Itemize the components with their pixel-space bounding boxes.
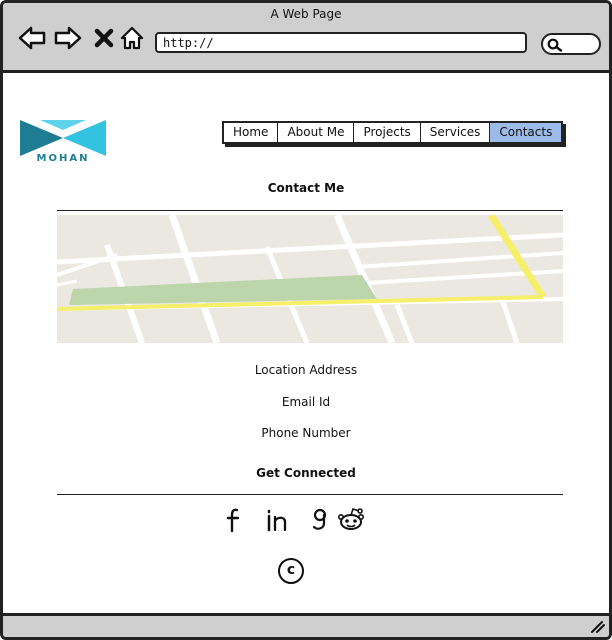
forward-arrow-icon[interactable]: [53, 23, 83, 53]
address-bar-input[interactable]: http://: [155, 32, 527, 53]
resize-grip-icon[interactable]: [589, 619, 605, 633]
reddit-icon[interactable]: [337, 506, 365, 534]
facebook-icon[interactable]: [220, 506, 248, 534]
nav-item-about-me[interactable]: About Me: [278, 123, 355, 142]
phone-number: Phone Number: [261, 426, 351, 440]
contact-heading: Contact Me: [267, 181, 345, 195]
status-bar: [3, 613, 609, 637]
get-connected-heading: Get Connected: [256, 466, 356, 480]
divider: [57, 494, 563, 495]
search-field[interactable]: [541, 33, 601, 55]
page-content: MOHAN Home About Me Projects Services Co…: [3, 76, 609, 613]
nav-item-contacts[interactable]: Contacts: [490, 123, 562, 142]
email-id: Email Id: [281, 395, 331, 409]
location-address: Location Address: [254, 363, 358, 377]
google-plus-icon[interactable]: [306, 506, 334, 534]
divider: [57, 210, 563, 211]
top-navigation: Home About Me Projects Services Contacts: [222, 121, 564, 144]
browser-window: A Web Page http:// MOHAN Home About Me P…: [0, 0, 612, 640]
stop-close-icon[interactable]: [89, 23, 119, 53]
nav-item-projects[interactable]: Projects: [354, 123, 421, 142]
map-graphic: [57, 215, 563, 343]
location-map[interactable]: [57, 215, 563, 343]
nav-item-services[interactable]: Services: [421, 123, 491, 142]
copyright-icon: c: [278, 558, 304, 584]
linkedin-icon[interactable]: [264, 506, 292, 534]
browser-chrome: A Web Page http://: [3, 3, 609, 73]
search-icon: [547, 38, 563, 52]
home-icon[interactable]: [117, 23, 147, 53]
logo-text: MOHAN: [36, 153, 90, 164]
back-arrow-icon[interactable]: [17, 23, 47, 53]
window-title: A Web Page: [270, 7, 342, 21]
nav-item-home[interactable]: Home: [224, 123, 279, 142]
